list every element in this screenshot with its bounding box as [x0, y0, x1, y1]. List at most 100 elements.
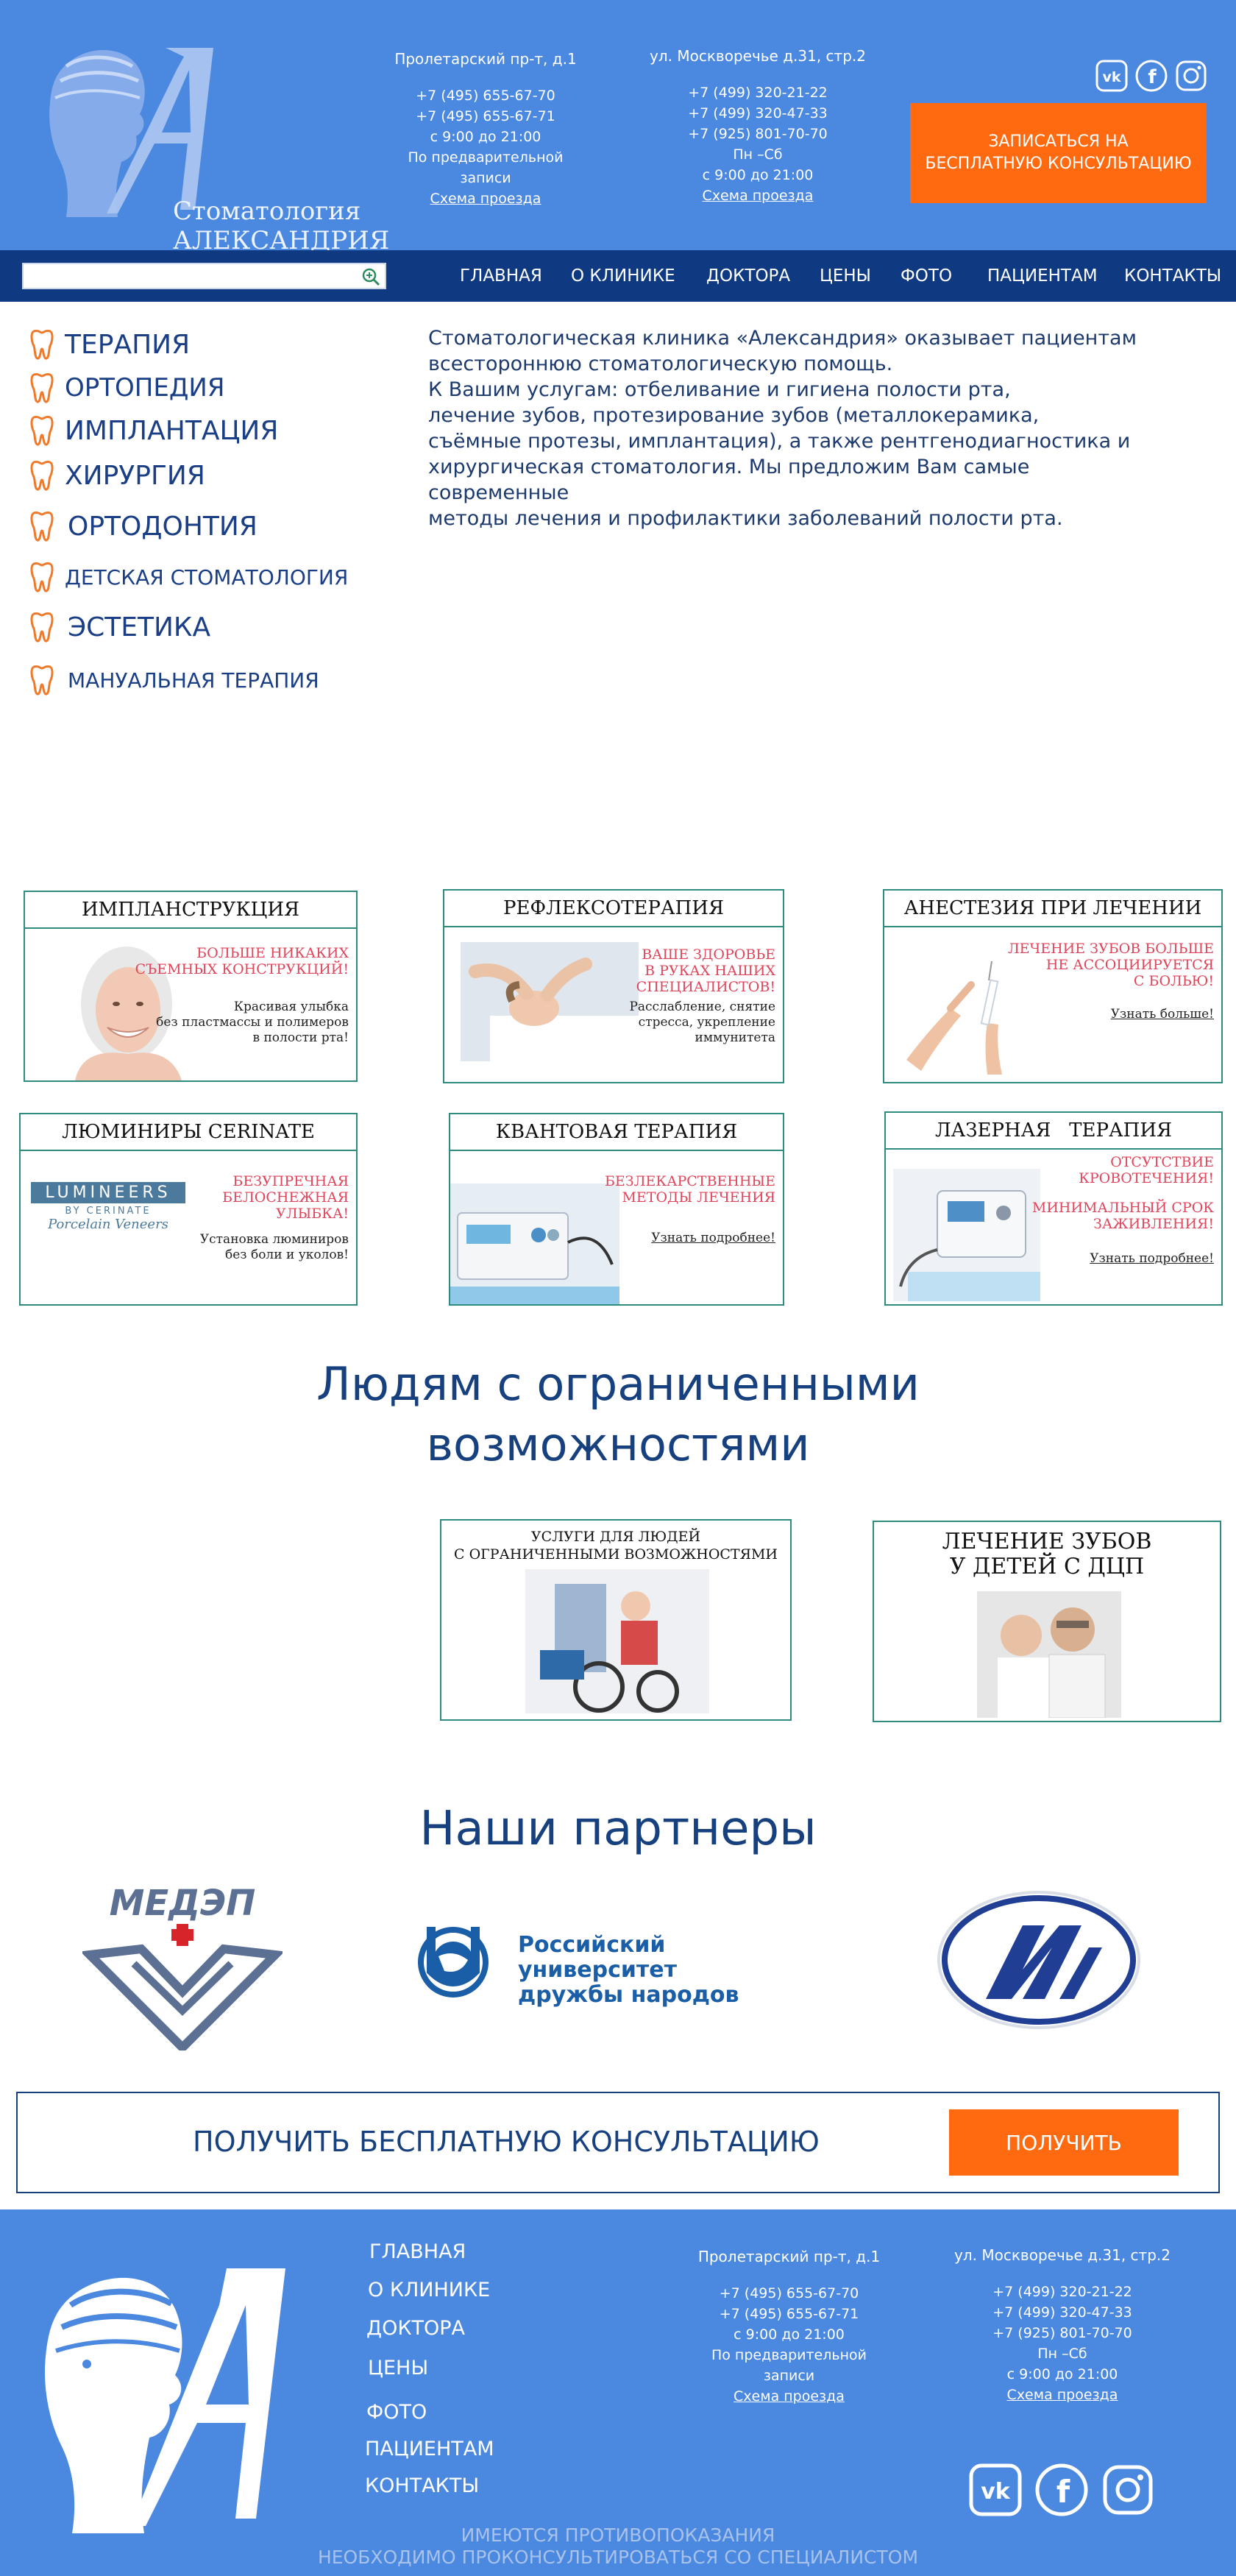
mx-partner-logo[interactable]	[934, 1889, 1143, 2031]
sidebar-item-label: ЭСТЕТИКА	[68, 612, 211, 643]
promo-text: иммунитета	[695, 1030, 775, 1045]
promo-card-reflexotherapy[interactable]: РЕФЛЕКСОТЕРАПИЯ ВАШЕ ЗДОРОВЬЕ В РУКАХ НА…	[443, 889, 784, 1083]
sidebar-item-pediatric[interactable]: ДЕТСКАЯ СТОМАТОЛОГИЯ	[29, 561, 348, 593]
nav-item-photo[interactable]: ФОТО	[901, 266, 952, 286]
sidebar-item-orthopedics[interactable]: ОРТОПЕДИЯ	[29, 372, 224, 404]
tooth-icon	[30, 665, 54, 696]
footer-nav-doctors[interactable]: ДОКТОРА	[366, 2317, 465, 2340]
sidebar-item-orthodontics[interactable]: ОРТОДОНТИЯ	[29, 510, 258, 542]
medep-partner-logo[interactable]: МЕДЭП	[79, 1881, 285, 2054]
clinic-logo[interactable]: Стоматология АЛЕКСАНДРИЯ	[44, 40, 389, 255]
logo-line-1: Стоматология	[173, 197, 361, 226]
nav-item-about[interactable]: О КЛИНИКЕ	[571, 266, 675, 286]
nav-item-patients[interactable]: ПАЦИЕНТАМ	[987, 266, 1098, 286]
learn-more-link[interactable]: Узнать больше!	[1111, 1007, 1214, 1022]
footer-social-links: vk f	[968, 2463, 1155, 2520]
site-header: Стоматология АЛЕКСАНДРИЯ Пролетарский пр…	[0, 0, 1236, 255]
promo-headline: УЛЫБКА!	[276, 1206, 349, 1222]
intro-line: К Вашим услугам: отбеливание и гигиена п…	[428, 378, 1011, 401]
footer-address-block-1: Пролетарский пр-т, д.1 +7 (495) 655-67-7…	[684, 2246, 894, 2407]
contraindications-warning: ИМЕЮТСЯ ПРОТИВОПОКАЗАНИЯ	[461, 2524, 775, 2546]
section-title-line: возможностями	[426, 1418, 810, 1471]
svg-text:f: f	[1148, 66, 1157, 88]
phone-number[interactable]: +7 (925) 801-70-70	[640, 124, 876, 144]
footer-nav-home[interactable]: ГЛАВНАЯ	[369, 2240, 466, 2263]
cerebral-palsy-children-card[interactable]: ЛЕЧЕНИЕ ЗУБОВ У ДЕТЕЙ С ДЦП	[873, 1521, 1221, 1722]
consult-specialist-warning: НЕОБХОДИМО ПРОКОНСУЛЬТИРОВАТЬСЯ СО СПЕЦИ…	[317, 2547, 919, 2568]
promo-card-quantum-therapy[interactable]: КВАНТОВАЯ ТЕРАПИЯ БЕЗЛЕКАРСТВЕННЫЕ МЕТОД…	[449, 1113, 784, 1306]
appointment-note: По предварительной	[711, 2347, 867, 2363]
disabled-services-card[interactable]: УСЛУГИ ДЛЯ ЛЮДЕЙ С ОГРАНИЧЕННЫМИ ВОЗМОЖН…	[440, 1519, 792, 1721]
phone-number[interactable]: +7 (499) 320-47-33	[945, 2302, 1180, 2323]
search-icon[interactable]	[361, 267, 380, 286]
search-input[interactable]	[24, 264, 355, 286]
promo-headline: ЛЕЧЕНИЕ ЗУБОВ БОЛЬШЕ	[1007, 941, 1214, 957]
sidebar-item-aesthetics[interactable]: ЭСТЕТИКА	[29, 611, 210, 643]
phone-number[interactable]: +7 (499) 320-21-22	[945, 2282, 1180, 2302]
phone-number[interactable]: +7 (495) 655-67-70	[684, 2283, 894, 2304]
svg-text:vk: vk	[981, 2479, 1011, 2505]
promo-headline: БЕЛОСНЕЖНАЯ	[222, 1189, 349, 1206]
footer-logo-icon[interactable]	[35, 2254, 330, 2548]
phone-number[interactable]: +7 (925) 801-70-70	[945, 2323, 1180, 2343]
nav-item-home[interactable]: ГЛАВНАЯ	[460, 266, 542, 286]
medep-logo-text: МЕДЭП	[110, 1883, 256, 1924]
learn-more-link[interactable]: Узнать подробнее!	[1090, 1251, 1214, 1266]
phone-number[interactable]: +7 (495) 655-67-71	[383, 106, 589, 127]
appointment-note: записи	[460, 170, 511, 186]
nav-item-doctors[interactable]: ДОКТОРА	[706, 266, 790, 286]
footer-nav-about[interactable]: О КЛИНИКЕ	[368, 2279, 490, 2301]
get-consultation-button[interactable]: ПОЛУЧИТЬ	[949, 2109, 1179, 2176]
sidebar-item-manual-therapy[interactable]: МАНУАЛЬНАЯ ТЕРАПИЯ	[29, 664, 319, 696]
sidebar-item-implantation[interactable]: ИМПЛАНТАЦИЯ	[29, 414, 278, 447]
promo-card-lumineers[interactable]: ЛЮМИНИРЫ CERINATE LUMINEERS BY CERINATE …	[19, 1113, 358, 1306]
promo-text: Красивая улыбка	[233, 999, 349, 1014]
facebook-icon[interactable]: f	[1134, 59, 1168, 93]
nav-item-prices[interactable]: ЦЕНЫ	[820, 266, 871, 286]
social-links: vk f	[1095, 59, 1208, 93]
instagram-icon[interactable]	[1101, 2463, 1155, 2520]
work-days: Пн –Сб	[1037, 2346, 1087, 2362]
facebook-icon[interactable]: f	[1034, 2463, 1089, 2520]
sidebar-item-surgery[interactable]: ХИРУРГИЯ	[29, 459, 205, 492]
promo-card-laser-therapy[interactable]: ЛАЗЕРНАЯ ТЕРАПИЯ ОТСУТСТВИЕ КРОВОТЕЧЕНИЯ…	[884, 1111, 1223, 1306]
phone-number[interactable]: +7 (499) 320-47-33	[640, 103, 876, 124]
footer-nav-prices[interactable]: ЦЕНЫ	[368, 2357, 428, 2379]
promo-headline: БОЛЬШЕ НИКАКИХ	[196, 945, 349, 961]
phone-number[interactable]: +7 (495) 655-67-70	[383, 85, 589, 106]
nav-item-contacts[interactable]: КОНТАКТЫ	[1124, 266, 1221, 286]
footer-nav-photo[interactable]: ФОТО	[366, 2401, 427, 2424]
work-hours: с 9:00 до 21:00	[430, 129, 541, 145]
promo-headline: СЪЕМНЫХ КОНСТРУКЦИЙ!	[135, 961, 349, 977]
address-title: Пролетарский пр-т, д.1	[697, 2248, 881, 2265]
vk-icon[interactable]: vk	[968, 2463, 1023, 2520]
promo-headline: ЗАЖИВЛЕНИЯ!	[1093, 1216, 1214, 1232]
phone-number[interactable]: +7 (499) 320-21-22	[640, 82, 876, 103]
medep-logo-icon: МЕДЭП	[79, 1883, 285, 2054]
promo-text: без боли и уколов!	[224, 1248, 349, 1262]
promo-card-implant[interactable]: ИМПЛАНСТРУКЦИЯ БОЛЬШЕ НИКАКИХ СЪЕМНЫХ КО…	[24, 891, 358, 1082]
book-consultation-button[interactable]: ЗАПИСАТЬСЯ НА БЕСПЛАТНУЮ КОНСУЛЬТАЦИЮ	[910, 103, 1207, 203]
search-box	[22, 263, 386, 289]
map-link[interactable]: Схема проезда	[640, 185, 876, 206]
map-link[interactable]: Схема проезда	[684, 2386, 894, 2407]
card-title: ИМПЛАНСТРУКЦИЯ	[25, 892, 356, 929]
lumineers-brand-tagline: Porcelain Veneers	[48, 1217, 168, 1232]
rudn-partner-logo[interactable]: Российский университет дружбы народов	[409, 1919, 818, 2008]
map-link[interactable]: Схема проезда	[945, 2385, 1180, 2405]
footer-nav-patients[interactable]: ПАЦИЕНТАМ	[365, 2438, 494, 2460]
instagram-icon[interactable]	[1174, 59, 1208, 93]
phone-number[interactable]: +7 (495) 655-67-71	[684, 2304, 894, 2324]
intro-line: методы лечения и профилактики заболевани…	[428, 507, 1063, 530]
learn-more-link[interactable]: Узнать подробнее!	[651, 1231, 775, 1245]
promo-headline: С БОЛЬЮ!	[1133, 973, 1214, 989]
sidebar-item-therapy[interactable]: ТЕРАПИЯ	[29, 328, 190, 361]
footer-nav-contacts[interactable]: КОНТАКТЫ	[365, 2474, 479, 2497]
promo-card-anesthesia[interactable]: АНЕСТЕЗИЯ ПРИ ЛЕЧЕНИИ ЛЕЧЕНИЕ ЗУБОВ БОЛЬ…	[883, 889, 1223, 1083]
sidebar-item-label: ХИРУРГИЯ	[65, 460, 205, 491]
map-link[interactable]: Схема проезда	[383, 188, 589, 209]
promo-text: Расслабление, снятие	[629, 999, 775, 1014]
card-title: ЛЮМИНИРЫ CERINATE	[21, 1114, 356, 1151]
appointment-note: записи	[763, 2368, 815, 2384]
vk-icon[interactable]: vk	[1095, 59, 1129, 93]
